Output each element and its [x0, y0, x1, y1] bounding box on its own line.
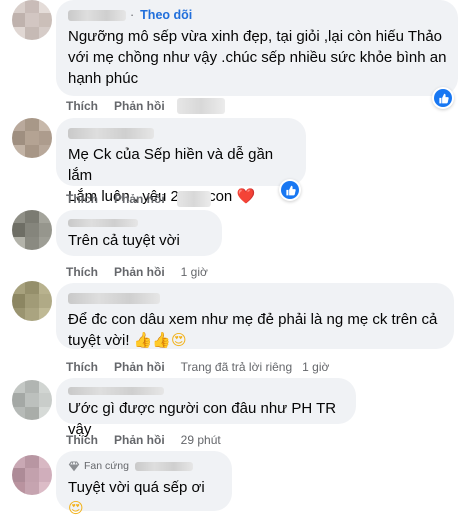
reply-button[interactable]: Phản hồi — [114, 360, 165, 374]
blurred-timestamp — [176, 98, 225, 114]
avatar[interactable] — [12, 118, 52, 158]
follow-link[interactable]: Theo dõi — [140, 8, 192, 22]
reaction-count[interactable] — [279, 179, 301, 201]
comment-bubble: Trên cả tuyệt vời — [56, 210, 222, 256]
separator-dot: · — [130, 8, 135, 22]
author-name-blurred[interactable] — [134, 461, 193, 471]
author-row — [68, 126, 294, 140]
reply-button[interactable]: Phản hồi — [114, 99, 165, 113]
like-button[interactable]: Thích — [66, 99, 98, 113]
comment-text: Để đc con dâu xem như mẹ đẻ phải là ng m… — [68, 309, 442, 351]
like-reaction-icon — [281, 181, 299, 199]
thumbs-up-heart-eyes-emoji: 👍👍😍 — [133, 331, 187, 349]
comment-actions: Thích Phản hồi 29 phút — [66, 432, 221, 448]
reply-button[interactable]: Phản hồi — [114, 433, 165, 447]
comment-actions: Thích Phản hồi — [66, 98, 225, 114]
avatar[interactable] — [12, 281, 52, 321]
author-row — [68, 218, 210, 228]
comment-text: Tuyệt vời quá sếp ơi 😍 — [68, 477, 220, 518]
comment-bubble: Ước gì được người con đâu như PH TR vậy — [56, 378, 356, 438]
author-name-blurred[interactable] — [68, 9, 126, 21]
diamond-icon — [68, 461, 80, 472]
comment-text: Trên cả tuyệt vời — [68, 232, 180, 249]
timestamp[interactable]: 1 giờ — [181, 265, 208, 279]
reaction-count[interactable] — [432, 87, 454, 109]
comment-actions: Thích Phản hồi — [66, 191, 211, 207]
like-button[interactable]: Thích — [66, 360, 98, 374]
author-row — [68, 386, 344, 396]
comment-actions: Thích Phản hồi 1 giờ — [66, 264, 208, 280]
like-button[interactable]: Thích — [66, 265, 98, 279]
author-row: · Theo dõi — [68, 8, 446, 22]
like-reaction-icon — [434, 89, 452, 107]
avatar[interactable] — [12, 210, 52, 250]
author-name-blurred[interactable] — [68, 219, 138, 227]
comment-text-body: Tuyệt vời quá sếp ơi — [68, 479, 205, 496]
author-name-blurred[interactable] — [68, 387, 164, 395]
reply-button[interactable]: Phản hồi — [114, 265, 165, 279]
author-name-blurred[interactable] — [68, 292, 160, 304]
like-button[interactable]: Thích — [66, 192, 98, 206]
avatar[interactable] — [12, 455, 52, 495]
heart-emoji: ❤️ — [236, 187, 256, 205]
badge-label: Fan cứng — [84, 460, 129, 472]
comment-bubble: · Theo dõi Ngưỡng mô sếp vừa xinh đẹp, t… — [56, 0, 458, 96]
like-button[interactable]: Thích — [66, 433, 98, 447]
private-reply-note[interactable]: Trang đã trả lời riêng — [181, 360, 292, 374]
avatar[interactable] — [12, 0, 52, 40]
comment-actions: Thích Phản hồi Trang đã trả lời riêng 1 … — [66, 359, 329, 375]
comment-text-body: Để đc con dâu xem như mẹ đẻ phải là ng m… — [68, 311, 438, 349]
fan-badge[interactable]: Fan cứng — [68, 459, 220, 473]
comment-text: Ngưỡng mô sếp vừa xinh đẹp, tại giỏi ,lạ… — [68, 28, 447, 87]
comment-bubble: Để đc con dâu xem như mẹ đẻ phải là ng m… — [56, 283, 454, 349]
avatar[interactable] — [12, 380, 52, 420]
timestamp[interactable]: 1 giờ — [302, 360, 329, 374]
reply-button[interactable]: Phản hồi — [114, 192, 165, 206]
author-name-blurred[interactable] — [68, 127, 154, 139]
heart-eyes-emoji: 😍 — [68, 499, 84, 517]
blurred-timestamp — [176, 191, 211, 207]
comment-bubble: Mẹ Ck của Sếp hiền và dễ gần lắm Lắm luô… — [56, 118, 306, 205]
timestamp[interactable]: 29 phút — [181, 433, 221, 447]
author-row — [68, 291, 442, 305]
comment-bubble: Fan cứng Tuyệt vời quá sếp ơi 😍 — [56, 451, 232, 517]
